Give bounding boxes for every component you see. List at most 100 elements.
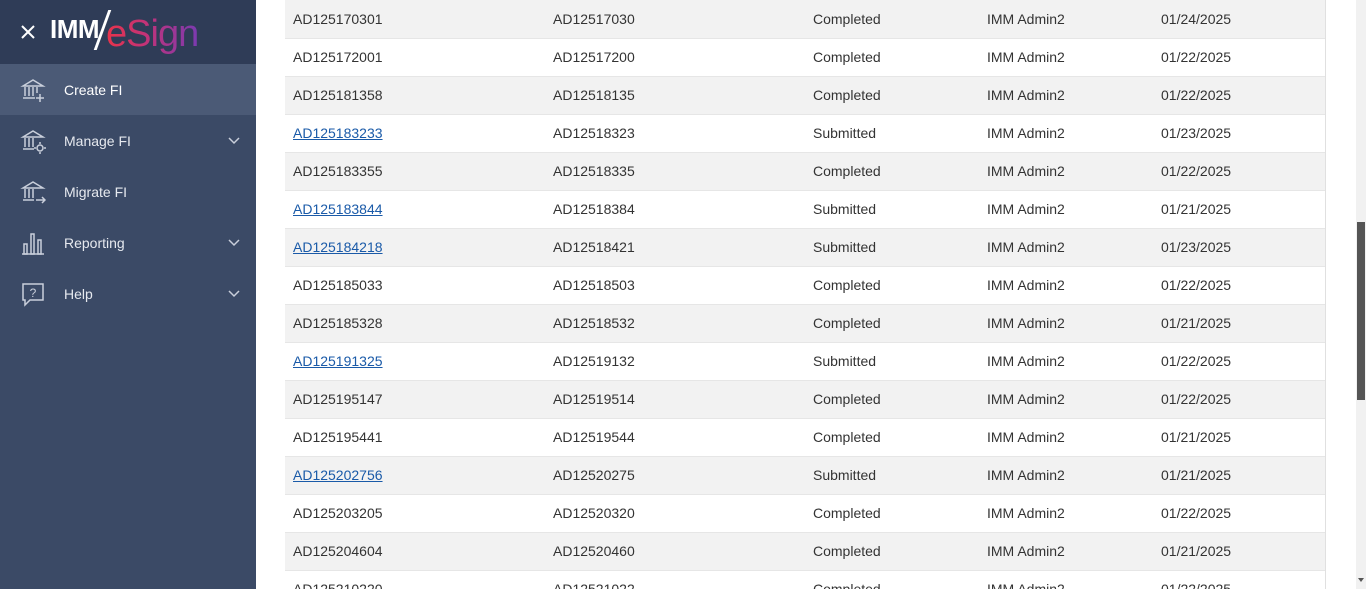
- table-row: AD125185328 AD12518532 Completed IMM Admin2…: [285, 304, 1325, 342]
- fi-code-cell: AD12518532: [553, 315, 635, 331]
- fi-id-cell: AD125195441: [293, 429, 383, 445]
- fi-code-cell: AD12520275: [553, 467, 635, 483]
- table-row: AD125204604 AD12520460 Completed IMM Admin2…: [285, 532, 1325, 570]
- fi-code-cell: AD12519544: [553, 429, 635, 445]
- user-cell: IMM Admin2: [987, 87, 1065, 103]
- scrollbar-thumb[interactable]: [1357, 222, 1365, 400]
- user-cell: IMM Admin2: [987, 10, 1065, 27]
- date-cell: 01/21/2025: [1161, 429, 1232, 445]
- status-cell: Submitted: [813, 125, 877, 141]
- chevron-down-icon[interactable]: [227, 237, 241, 247]
- bar-chart-icon: [22, 233, 44, 255]
- fi-code-cell: AD12517030: [553, 10, 635, 27]
- sidebar-item-label: Help: [64, 285, 93, 302]
- status-cell: Completed: [813, 505, 881, 521]
- table-row: AD125184218 AD12518421 Submitted IMM Admin2…: [285, 228, 1325, 266]
- status-cell: Submitted: [813, 239, 877, 255]
- fi-id-cell: AD125210220: [293, 581, 383, 589]
- user-cell: IMM Admin2: [987, 49, 1065, 65]
- date-cell: 01/22/2025: [1161, 87, 1232, 103]
- sidebar-item-manage-fi[interactable]: Manage FI: [0, 115, 256, 166]
- status-cell: Completed: [813, 49, 881, 65]
- user-cell: IMM Admin2: [987, 581, 1065, 589]
- fi-code-cell: AD12518503: [553, 277, 635, 293]
- sidebar-item-help[interactable]: ? Help: [0, 268, 256, 319]
- fi-id-cell: AD125185328: [293, 315, 383, 331]
- date-cell: 01/22/2025: [1161, 49, 1232, 65]
- status-cell: Submitted: [813, 467, 877, 483]
- help-bubble-icon: ?: [22, 283, 44, 307]
- user-cell: IMM Admin2: [987, 277, 1065, 293]
- table-row: AD125183844 AD12518384 Submitted IMM Admin2…: [285, 190, 1325, 228]
- fi-id-cell: AD125181358: [293, 87, 383, 103]
- date-cell: 01/22/2025: [1161, 581, 1232, 589]
- fi-id-link[interactable]: AD125183233: [293, 125, 383, 141]
- date-cell: 01/22/2025: [1161, 391, 1232, 407]
- table-row: AD125210220 AD12521022 Completed IMM Admin2…: [285, 570, 1325, 589]
- table-row: AD125203205 AD12520320 Completed IMM Admin2…: [285, 494, 1325, 532]
- date-cell: 01/22/2025: [1161, 163, 1232, 179]
- fi-id-link[interactable]: AD125191325: [293, 353, 383, 369]
- user-cell: IMM Admin2: [987, 353, 1065, 369]
- status-cell: Submitted: [813, 353, 877, 369]
- fi-code-cell: AD12519514: [553, 391, 635, 407]
- sidebar-item-reporting[interactable]: Reporting: [0, 217, 256, 268]
- fi-code-cell: AD12518323: [553, 125, 635, 141]
- fi-code-cell: AD12518421: [553, 239, 635, 255]
- user-cell: IMM Admin2: [987, 505, 1065, 521]
- chevron-down-icon[interactable]: [227, 288, 241, 298]
- fi-code-cell: AD12520460: [553, 543, 635, 559]
- fi-code-cell: AD12518384: [553, 201, 635, 217]
- fi-id-cell: AD125184218: [285, 228, 545, 266]
- fi-id-cell: AD125172001: [293, 49, 383, 65]
- status-cell: Completed: [813, 163, 881, 179]
- table-row: AD125202756 AD12520275 Submitted IMM Admin2…: [285, 456, 1325, 494]
- fi-id-cell: AD125170301: [293, 10, 383, 27]
- date-cell: 01/21/2025: [1161, 543, 1232, 559]
- fi-code-cell: AD12518335: [553, 163, 635, 179]
- fi-id-link[interactable]: AD125202756: [293, 467, 383, 483]
- table-row: AD125191325 AD12519132 Submitted IMM Admin2…: [285, 342, 1325, 380]
- sidebar-item-label: Reporting: [64, 234, 125, 251]
- status-cell: Completed: [813, 543, 881, 559]
- app-logo[interactable]: IMM eSign: [50, 10, 199, 56]
- fi-id-cell: AD125204604: [293, 543, 383, 559]
- date-cell: 01/21/2025: [1161, 201, 1232, 217]
- svg-text:?: ?: [30, 286, 37, 300]
- table-row: AD125195147 AD12519514 Completed IMM Admin2…: [285, 380, 1325, 418]
- fi-id-link[interactable]: AD125183844: [293, 201, 383, 217]
- fi-code-cell: AD12521022: [553, 581, 635, 589]
- sidebar-item-migrate-fi[interactable]: Migrate FI: [0, 166, 256, 217]
- fi-id-cell: AD125183844: [285, 190, 545, 228]
- fi-code-cell: AD12518135: [553, 87, 635, 103]
- table-row: AD125195441 AD12519544 Completed IMM Admin2…: [285, 418, 1325, 456]
- table-row: AD125183233 AD12518323 Submitted IMM Admin2…: [285, 114, 1325, 152]
- date-cell: 01/22/2025: [1161, 277, 1232, 293]
- status-cell: Completed: [813, 87, 881, 103]
- date-cell: 01/21/2025: [1161, 467, 1232, 483]
- sidebar-item-label: Manage FI: [64, 132, 131, 149]
- fi-table: AD125170301 AD12517030 Completed IMM Admin2…: [285, 0, 1325, 589]
- bank-plus-icon: [20, 79, 46, 102]
- user-cell: IMM Admin2: [987, 163, 1065, 179]
- scroll-down-arrow-icon[interactable]: [1358, 578, 1364, 582]
- sidebar-item-create-fi[interactable]: Create FI: [0, 64, 256, 115]
- fi-id-link[interactable]: AD125184218: [293, 239, 383, 255]
- table-row: AD125183355 AD12518335 Completed IMM Admin2…: [285, 152, 1325, 190]
- user-cell: IMM Admin2: [987, 239, 1065, 255]
- table-row: AD125185033 AD12518503 Completed IMM Admin2…: [285, 266, 1325, 304]
- date-cell: 01/23/2025: [1161, 239, 1232, 255]
- sidebar-header: IMM eSign: [0, 0, 256, 64]
- user-cell: IMM Admin2: [987, 125, 1065, 141]
- table-row: AD125181358 AD12518135 Completed IMM Admin2…: [285, 76, 1325, 114]
- main-content: AD125170301 AD12517030 Completed IMM Admin2…: [256, 0, 1366, 589]
- table-row: AD125170301 AD12517030 Completed IMM Admin2…: [285, 0, 1325, 38]
- status-cell: Completed: [813, 429, 881, 445]
- user-cell: IMM Admin2: [987, 315, 1065, 331]
- chevron-down-icon[interactable]: [227, 135, 241, 145]
- status-cell: Completed: [813, 391, 881, 407]
- close-icon[interactable]: [18, 22, 38, 42]
- vertical-scrollbar[interactable]: [1356, 0, 1366, 589]
- user-cell: IMM Admin2: [987, 201, 1065, 217]
- sidebar-item-label: Create FI: [64, 81, 123, 98]
